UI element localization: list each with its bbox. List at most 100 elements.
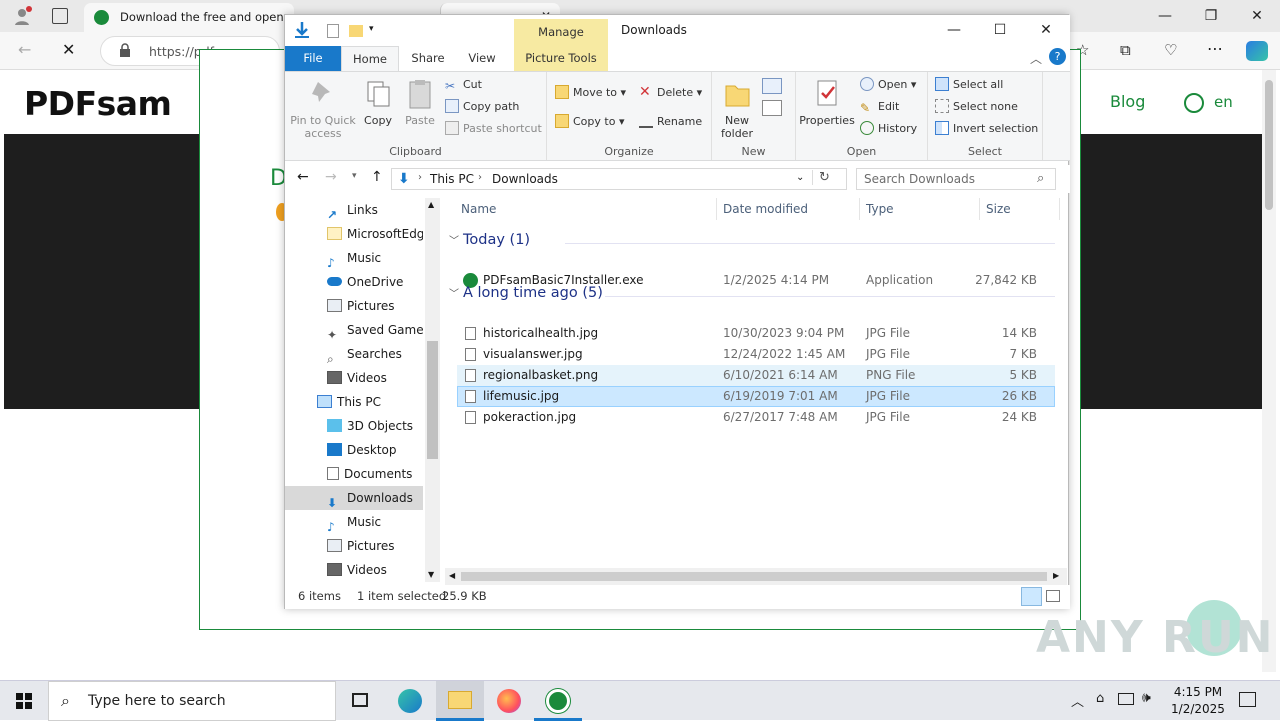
qat-dropdown-icon[interactable]: ▾ (369, 24, 374, 34)
explorer-close-button[interactable]: ✕ (1023, 15, 1069, 46)
new-folder-button[interactable]: New folder (716, 78, 758, 140)
edit-button[interactable]: ✎ Edit (860, 98, 899, 116)
path-this-pc[interactable]: This PC (430, 172, 474, 186)
nav-item-this-pc[interactable]: This PC (285, 390, 423, 414)
nav-item-videos[interactable]: Videos (285, 558, 423, 582)
paste-shortcut-button[interactable]: Paste shortcut (445, 120, 542, 138)
nav-forward-icon[interactable]: → (325, 169, 337, 185)
copy-button[interactable]: Copy (359, 78, 397, 127)
open-button[interactable]: Open ▾ (860, 76, 916, 94)
qat-newfolder-icon[interactable] (349, 25, 363, 37)
large-icons-view-icon[interactable] (1046, 590, 1060, 602)
column-header-date[interactable]: Date modified (717, 198, 860, 220)
nav-blog-link[interactable]: Blog (1110, 92, 1145, 111)
edge-taskbar-button[interactable] (386, 681, 434, 721)
tab-home[interactable]: Home (341, 46, 399, 71)
properties-button[interactable]: Properties (798, 78, 856, 127)
horizontal-scroll-thumb[interactable] (461, 572, 1047, 581)
taskbar-clock[interactable]: 4:15 PM 1/2/2025 (1164, 684, 1232, 718)
tab-view[interactable]: View (457, 46, 507, 71)
browser-minimize-button[interactable]: — (1142, 0, 1188, 32)
task-view-button[interactable] (336, 681, 384, 721)
new-item-icon[interactable] (762, 78, 782, 94)
collections-icon[interactable]: ⧉ (1120, 41, 1131, 59)
back-icon[interactable]: ← (18, 40, 31, 59)
file-row-selected[interactable]: lifemusic.jpg 6/19/2019 7:01 AM JPG File… (457, 386, 1055, 407)
column-header-size[interactable]: Size (980, 198, 1060, 220)
move-to-button[interactable]: Move to ▾ (555, 84, 626, 102)
select-none-button[interactable]: Select none (935, 98, 1018, 116)
browser-close-button[interactable]: ✕ (1234, 0, 1280, 32)
navigation-scroll-thumb[interactable] (427, 341, 438, 459)
rename-button[interactable]: Rename (639, 113, 702, 131)
paste-button[interactable]: Paste (401, 78, 439, 127)
select-all-button[interactable]: Select all (935, 76, 1003, 94)
column-header-type[interactable]: Type (860, 198, 980, 220)
file-row[interactable]: historicalhealth.jpg 10/30/2023 9:04 PM … (457, 323, 1055, 344)
explorer-minimize-button[interactable]: — (931, 15, 977, 46)
nav-item-pictures[interactable]: Pictures (285, 534, 423, 558)
column-header-name[interactable]: Name (455, 198, 717, 220)
copilot-icon[interactable] (1246, 41, 1268, 61)
scroll-right-icon[interactable]: ▶ (1053, 571, 1059, 580)
recent-locations-icon[interactable]: ▾ (352, 171, 357, 181)
volume-icon[interactable]: 🕪 (1142, 690, 1151, 706)
refresh-icon[interactable]: ↻ (812, 170, 830, 185)
explorer-maximize-button[interactable]: ☐ (977, 15, 1023, 46)
tab-actions-icon[interactable] (52, 8, 68, 24)
pdfsam-installer-taskbar-button[interactable] (534, 681, 582, 721)
path-dropdown-icon[interactable]: ⌄ (796, 172, 804, 183)
nav-item-desktop[interactable]: Desktop (285, 438, 423, 462)
stop-loading-icon[interactable]: ✕ (62, 40, 75, 59)
copy-to-button[interactable]: Copy to ▾ (555, 113, 624, 131)
navigation-pane-scrollbar[interactable]: ▲ ▼ (425, 198, 440, 582)
globe-icon[interactable] (1184, 93, 1204, 113)
nav-item-documents[interactable]: Documents (285, 462, 423, 486)
show-hidden-icons-icon[interactable]: ︿ (1071, 691, 1084, 710)
cut-button[interactable]: ✂ Cut (445, 76, 482, 94)
nav-item-videos[interactable]: Videos (285, 366, 423, 390)
nav-item-downloads[interactable]: ⬇ Downloads (285, 486, 423, 510)
invert-selection-button[interactable]: Invert selection (935, 120, 1038, 138)
qat-properties-icon[interactable] (327, 24, 339, 38)
site-logo[interactable]: PDFsam (24, 84, 172, 123)
delete-button[interactable]: ✕ Delete ▾ (639, 84, 702, 102)
network-icon[interactable] (1118, 693, 1134, 705)
easy-access-icon[interactable] (762, 100, 782, 116)
page-scroll-thumb[interactable] (1265, 80, 1273, 210)
browser-essentials-icon[interactable]: ♡ (1164, 41, 1177, 59)
file-explorer-taskbar-button[interactable] (436, 681, 484, 721)
browser-tab-active[interactable]: Download the free and open sc (84, 3, 294, 32)
scroll-down-icon[interactable]: ▼ (428, 570, 434, 579)
details-view-icon[interactable] (1021, 587, 1042, 606)
device-icon[interactable]: ⌂ (1096, 691, 1104, 706)
tab-picture-tools[interactable]: Picture Tools (514, 46, 608, 71)
pin-quick-access-button[interactable]: Pin to Quick access (289, 78, 357, 140)
nav-item-3d-objects[interactable]: 3D Objects (285, 414, 423, 438)
group-header-today[interactable]: ﹀ Today (1) (449, 232, 530, 248)
address-path[interactable]: ⬇ › This PC › Downloads ⌄ ↻ (391, 168, 847, 190)
browser-restore-button[interactable]: ❐ (1188, 0, 1234, 32)
notifications-icon[interactable] (1239, 692, 1256, 707)
scroll-left-icon[interactable]: ◀ (449, 571, 455, 580)
nav-item-pictures[interactable]: Pictures (285, 294, 423, 318)
search-box[interactable]: Search Downloads ⌕ (856, 168, 1056, 190)
nav-back-icon[interactable]: ← (297, 169, 309, 185)
nav-up-icon[interactable]: ↑ (371, 169, 383, 185)
profile-icon[interactable] (12, 6, 32, 26)
taskbar-search-box[interactable]: ⌕ Type here to search (48, 681, 336, 721)
nav-item-onedrive[interactable]: OneDrive (285, 270, 423, 294)
nav-item-music[interactable]: ♪ Music (285, 246, 423, 270)
nav-item-links[interactable]: ↗ Links (285, 198, 423, 222)
horizontal-scrollbar[interactable]: ◀ ▶ (445, 568, 1067, 585)
start-button[interactable] (0, 681, 48, 721)
file-row[interactable]: visualanswer.jpg 12/24/2022 1:45 AM JPG … (457, 344, 1055, 365)
search-icon[interactable]: ⌕ (1037, 171, 1044, 186)
nav-item-searches[interactable]: ⌕ Searches (285, 342, 423, 366)
help-icon[interactable]: ? (1049, 48, 1066, 65)
nav-item-microsoftedge[interactable]: MicrosoftEdge (285, 222, 423, 246)
collapse-ribbon-icon[interactable]: ︿ (1030, 50, 1042, 67)
tab-file[interactable]: File (285, 46, 341, 71)
copy-path-button[interactable]: Copy path (445, 98, 519, 116)
file-row-hovered[interactable]: regionalbasket.png 6/10/2021 6:14 AM PNG… (457, 365, 1055, 386)
